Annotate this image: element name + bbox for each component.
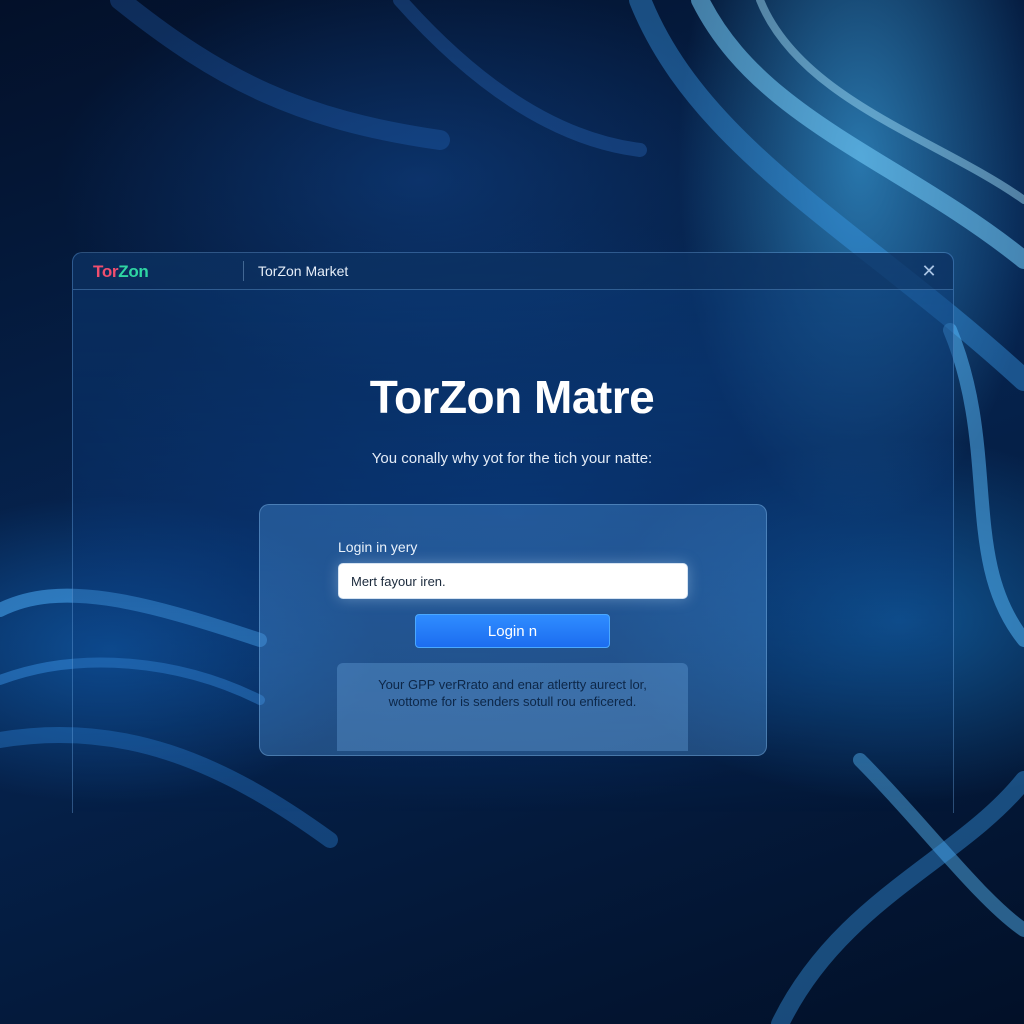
login-button[interactable]: Login n — [415, 614, 610, 648]
app-logo[interactable]: TorZon — [93, 262, 149, 282]
notice-text: Your GPP verRrato and enar atlertty aure… — [337, 676, 688, 710]
window-title: TorZon Market — [258, 263, 349, 279]
login-input[interactable] — [338, 563, 688, 599]
titlebar-divider — [243, 261, 244, 281]
window-titlebar: TorZon TorZon Market ✕ — [73, 253, 953, 290]
notice-line-1: Your GPP verRrato and enar atlertty aure… — [378, 677, 647, 692]
close-icon[interactable]: ✕ — [919, 261, 939, 281]
page-title: TorZon Matre — [369, 371, 655, 423]
page-subtitle: You conally why yot for the tich your na… — [371, 450, 653, 467]
logo-text-zon: Zon — [118, 262, 149, 281]
notice-line-2: wottome for is senders sotull rou enfice… — [388, 694, 637, 709]
login-field-label: Login in yery — [338, 539, 418, 555]
login-notice: Your GPP verRrato and enar atlertty aure… — [337, 663, 688, 751]
logo-text-tor: Tor — [93, 262, 119, 281]
